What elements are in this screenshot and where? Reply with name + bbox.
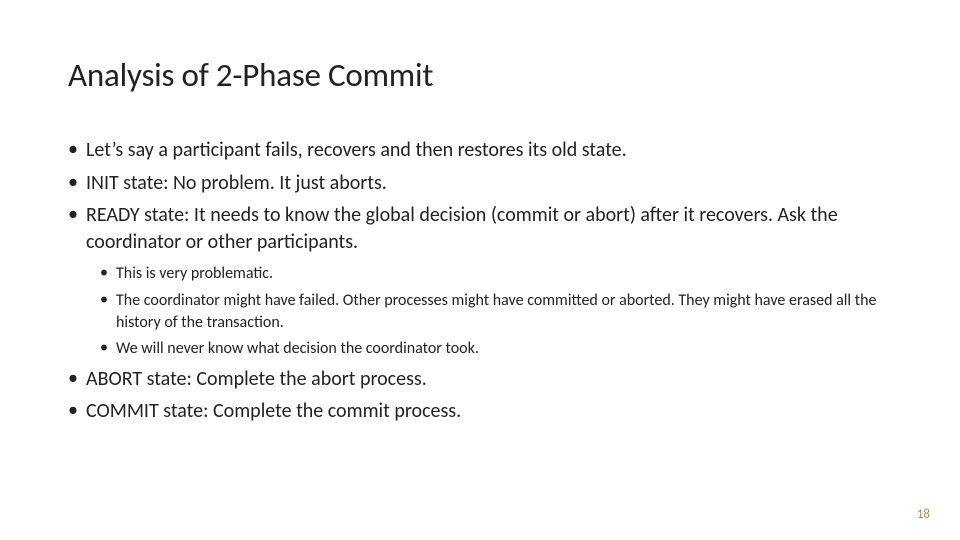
sub-bullet-list: This is very problematic. The coordinato… [86,263,892,359]
bullet-item: COMMIT state: Complete the commit proces… [68,398,892,425]
bullet-item: ABORT state: Complete the abort process. [68,366,892,393]
sub-bullet-item: We will never know what decision the coo… [100,338,892,360]
bullet-text: READY state: It needs to know the global… [86,203,838,254]
page-number: 18 [917,507,930,522]
bullet-item: READY state: It needs to know the global… [68,202,892,360]
bullet-item: Let’s say a participant fails, recovers … [68,137,892,164]
bullet-list: Let’s say a participant fails, recovers … [68,137,892,425]
slide: Analysis of 2-Phase Commit Let’s say a p… [0,0,960,540]
slide-body: Let’s say a participant fails, recovers … [68,137,892,425]
sub-bullet-item: This is very problematic. [100,263,892,285]
sub-bullet-item: The coordinator might have failed. Other… [100,290,892,333]
slide-title: Analysis of 2-Phase Commit [68,55,892,95]
bullet-item: INIT state: No problem. It just aborts. [68,170,892,197]
